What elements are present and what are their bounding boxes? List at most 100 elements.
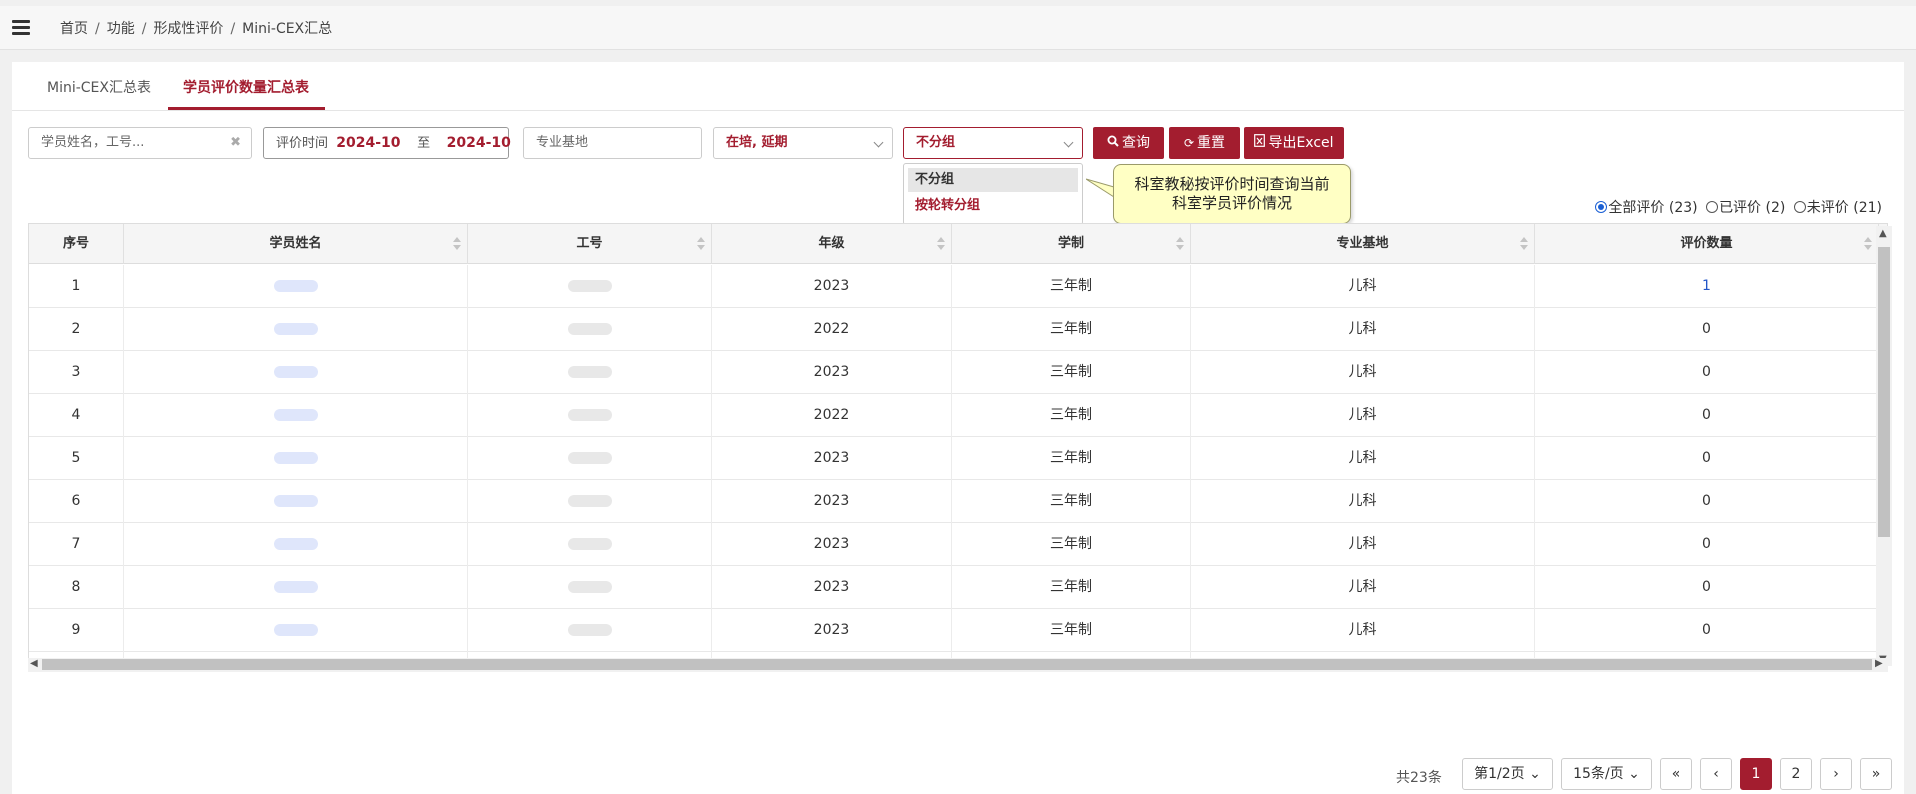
sort-icon[interactable] [1864, 237, 1872, 251]
cell-no-value: 5 [71, 450, 81, 466]
redacted-text [273, 538, 318, 550]
cell-id [468, 566, 712, 609]
cell-grade-value: 2023 [813, 536, 850, 552]
col-header-count[interactable]: 评价数量 [1535, 224, 1879, 264]
reset-button[interactable]: ⟳ 重置 [1169, 127, 1240, 159]
chevron-down-icon [873, 137, 884, 148]
last-page-button[interactable]: » [1860, 758, 1892, 790]
tab-mini-cex-summary[interactable]: Mini-CEX汇总表 [47, 77, 151, 97]
cell-name [124, 265, 468, 308]
cell-count: 0 [1535, 308, 1879, 351]
vertical-scroll-thumb[interactable] [1878, 247, 1890, 537]
table-row[interactable]: 9 2023 三年制 儿科 0 [29, 609, 1887, 652]
eval-time-start[interactable]: 2024-10 [336, 135, 400, 151]
page-1-button[interactable]: 1 [1740, 758, 1772, 790]
radio-all[interactable]: 全部评价 (23) [1595, 197, 1698, 217]
sort-icon[interactable] [937, 237, 945, 251]
cell-base: 儿科 [1191, 265, 1535, 308]
cell-system-value: 三年制 [1050, 493, 1092, 509]
cell-count-value: 0 [1702, 622, 1711, 638]
cell-system: 三年制 [952, 265, 1191, 308]
table-row[interactable]: 4 2022 三年制 儿科 0 [29, 394, 1887, 437]
cell-system-value: 三年制 [1050, 622, 1092, 638]
specialty-base-input[interactable]: 专业基地 [523, 127, 702, 159]
group-option-by-rotation[interactable]: 按轮转分组 [908, 194, 1078, 218]
breadcrumb-formative-eval[interactable]: 形成性评价 [153, 21, 223, 37]
cell-count-value[interactable]: 1 [1702, 278, 1711, 294]
group-value: 不分组 [916, 135, 956, 150]
table-row[interactable]: 2 2022 三年制 儿科 0 [29, 308, 1887, 351]
cell-system: 三年制 [952, 308, 1191, 351]
cell-base: 儿科 [1191, 566, 1535, 609]
cell-count: 0 [1535, 351, 1879, 394]
clear-icon[interactable]: ✖ [230, 128, 241, 158]
cell-id [468, 351, 712, 394]
col-header-name[interactable]: 学员姓名 [124, 224, 468, 264]
cell-system: 三年制 [952, 351, 1191, 394]
group-select[interactable]: 不分组 [903, 127, 1083, 159]
group-option-none[interactable]: 不分组 [908, 168, 1078, 192]
query-label: 查询 [1122, 135, 1150, 151]
excel-file-icon [1254, 127, 1266, 159]
next-page-button[interactable]: › [1820, 758, 1852, 790]
cell-grade: 2023 [712, 265, 952, 308]
vertical-scrollbar[interactable]: ▲ ▼ [1876, 226, 1892, 666]
cell-count: 0 [1535, 437, 1879, 480]
col-header-base[interactable]: 专业基地 [1191, 224, 1535, 264]
scroll-left-icon[interactable]: ◀ [30, 658, 38, 669]
cell-count-value: 0 [1702, 407, 1711, 423]
menu-icon[interactable] [12, 20, 30, 35]
export-label: 导出Excel [1268, 135, 1334, 151]
sort-icon[interactable] [1520, 237, 1528, 251]
tab-eval-count-summary[interactable]: 学员评价数量汇总表 [183, 77, 309, 97]
total-count: 共23条 [1396, 770, 1442, 786]
radio-not-evaluated[interactable]: 未评价 (21) [1793, 197, 1882, 217]
col-header-id[interactable]: 工号 [468, 224, 712, 264]
table-row[interactable]: 6 2023 三年制 儿科 0 [29, 480, 1887, 523]
cell-system-value: 三年制 [1050, 321, 1092, 337]
col-header-system[interactable]: 学制 [952, 224, 1191, 264]
scroll-up-icon[interactable]: ▲ [1879, 228, 1887, 239]
prev-page-button[interactable]: ‹ [1700, 758, 1732, 790]
table-row[interactable]: 1 2023 三年制 儿科 1 [29, 265, 1887, 308]
col-header-no[interactable]: 序号 [29, 224, 124, 264]
specialty-base-placeholder: 专业基地 [536, 135, 589, 150]
table-row[interactable]: 8 2023 三年制 儿科 0 [29, 566, 1887, 609]
redacted-text [567, 323, 612, 335]
redacted-text [567, 409, 612, 421]
first-page-button[interactable]: « [1660, 758, 1692, 790]
breadcrumb-home[interactable]: 首页 [60, 21, 88, 37]
eval-time-end[interactable]: 2024-10 [447, 135, 511, 151]
horizontal-scrollbar[interactable]: ◀ ▶ [28, 658, 1888, 672]
status-value: 在培, 延期 [726, 135, 788, 150]
table-row[interactable]: 3 2023 三年制 儿科 0 [29, 351, 1887, 394]
table-row[interactable]: 7 2023 三年制 儿科 0 [29, 523, 1887, 566]
redacted-text [567, 538, 612, 550]
search-input[interactable]: 学员姓名，工号... ✖ [28, 127, 252, 159]
sort-icon[interactable] [1176, 237, 1184, 251]
query-button[interactable]: 查询 [1093, 127, 1164, 159]
col-header-grade[interactable]: 年级 [712, 224, 952, 264]
cell-no: 9 [29, 609, 124, 652]
sort-icon[interactable] [453, 237, 461, 251]
page-2-button[interactable]: 2 [1780, 758, 1812, 790]
export-excel-button[interactable]: 导出Excel [1244, 127, 1344, 159]
cell-base-value: 儿科 [1348, 622, 1377, 638]
eval-time-range[interactable]: 评价时间 2024-10 至 2024-10 [263, 127, 511, 159]
radio-evaluated[interactable]: 已评价 (2) [1706, 197, 1785, 217]
scroll-right-icon[interactable]: ▶ [1875, 658, 1883, 669]
page-size-select[interactable]: 15条/页 ⌄ [1561, 758, 1652, 790]
page-select[interactable]: 第1/2页 ⌄ [1462, 758, 1553, 790]
status-select[interactable]: 在培, 延期 [713, 127, 893, 159]
cell-id [468, 437, 712, 480]
cell-base-value: 儿科 [1348, 321, 1377, 337]
cell-system: 三年制 [952, 480, 1191, 523]
redacted-text [273, 280, 318, 292]
cell-base: 儿科 [1191, 437, 1535, 480]
cell-count[interactable]: 1 [1535, 265, 1879, 308]
horizontal-scroll-thumb[interactable] [42, 659, 1872, 670]
sort-icon[interactable] [697, 237, 705, 251]
table-row[interactable]: 5 2023 三年制 儿科 0 [29, 437, 1887, 480]
breadcrumb-function[interactable]: 功能 [107, 21, 135, 37]
cell-system: 三年制 [952, 437, 1191, 480]
